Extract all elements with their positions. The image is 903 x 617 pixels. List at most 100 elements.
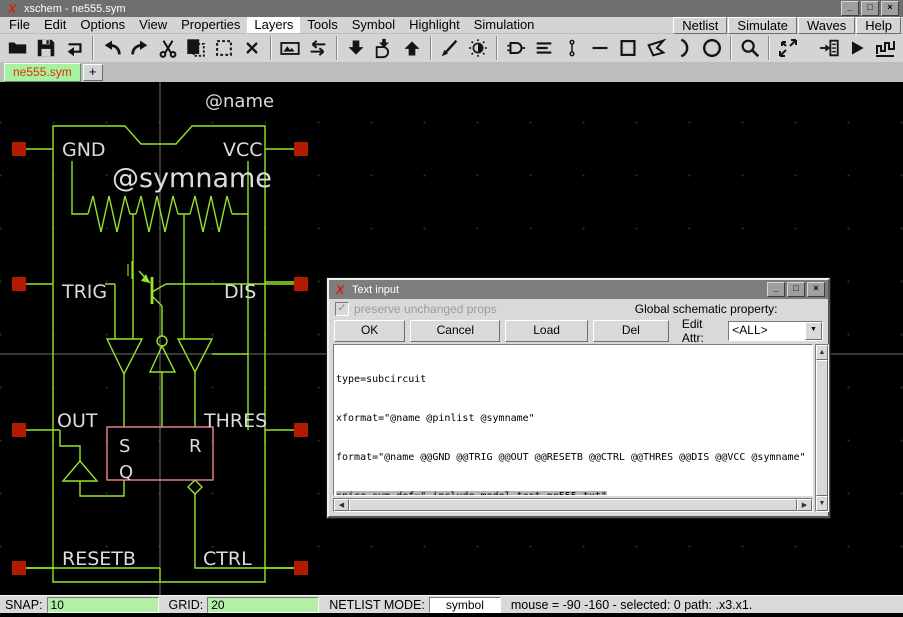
open-file-button[interactable] (4, 35, 32, 61)
insert-polygon-button[interactable] (642, 35, 670, 61)
logic-gate-icon (505, 37, 527, 59)
menu-netlist-button[interactable]: Netlist (673, 17, 727, 34)
insert-pin-button[interactable] (558, 35, 586, 61)
text-line: xformat="@name @pinlist @symname" (336, 412, 810, 425)
descend-symbol-button[interactable] (370, 35, 398, 61)
resistor-2 (136, 196, 178, 232)
push-schematic-button[interactable] (342, 35, 370, 61)
place-symbol-button[interactable] (276, 35, 304, 61)
preserve-props-label: preserve unchanged props (354, 302, 497, 316)
cut-button[interactable] (154, 35, 182, 61)
menu-symbol[interactable]: Symbol (345, 17, 402, 33)
insert-gate-symbol-button[interactable] (502, 35, 530, 61)
toolbar-separator (336, 36, 338, 60)
copy-button[interactable] (182, 35, 210, 61)
comparator-a (107, 339, 142, 374)
window-close-button[interactable]: × (881, 1, 899, 16)
dialog-close-button[interactable]: × (807, 282, 825, 297)
paint-layer-button[interactable] (436, 35, 464, 61)
menu-simulation[interactable]: Simulation (467, 17, 542, 33)
simulate-button[interactable] (843, 35, 871, 61)
menu-tools[interactable]: Tools (300, 17, 344, 33)
vertical-scrollbar[interactable]: ▲ ▼ (815, 344, 829, 512)
undo-button[interactable] (98, 35, 126, 61)
pin-dis[interactable] (294, 277, 308, 291)
cancel-button[interactable]: Cancel (410, 320, 500, 342)
gate-down-icon (373, 37, 395, 59)
pin-gnd[interactable] (12, 142, 26, 156)
scroll-right-icon[interactable]: ▶ (797, 499, 812, 511)
menu-simulate-button[interactable]: Simulate (728, 17, 797, 34)
horizontal-scrollbar-thumb[interactable] (349, 499, 797, 511)
ok-button[interactable]: OK (334, 320, 405, 342)
dialog-maximize-button[interactable]: □ (787, 282, 805, 297)
undo-icon (101, 37, 123, 59)
load-button[interactable]: Load (505, 320, 588, 342)
menu-edit[interactable]: Edit (37, 17, 73, 33)
pin-trig[interactable] (12, 277, 26, 291)
del-button[interactable]: Del (593, 320, 669, 342)
save-file-button[interactable] (32, 35, 60, 61)
insert-circle-button[interactable] (698, 35, 726, 61)
menu-options[interactable]: Options (73, 17, 132, 33)
tab-ne555-sym[interactable]: ne555.sym (4, 63, 81, 82)
pop-hierarchy-button[interactable] (398, 35, 426, 61)
edit-attr-dropdown[interactable]: <ALL> ▼ (728, 321, 823, 341)
toolbar-separator (430, 36, 432, 60)
chevron-down-icon[interactable]: ▼ (805, 322, 822, 340)
dialog-titlebar[interactable]: X Text input _ □ × (329, 280, 828, 299)
label-ctrl: CTRL (203, 548, 252, 570)
scroll-up-icon[interactable]: ▲ (816, 345, 828, 360)
zoom-full-button[interactable] (774, 35, 802, 61)
toolbar-separator (730, 36, 732, 60)
line-icon (590, 38, 610, 58)
zoom-button[interactable] (736, 35, 764, 61)
zoom-arrows-icon (776, 36, 800, 60)
menu-properties[interactable]: Properties (174, 17, 247, 33)
swap-selection-button[interactable] (304, 35, 332, 61)
reload-button[interactable] (60, 35, 88, 61)
scroll-left-icon[interactable]: ◀ (334, 499, 349, 511)
snap-input[interactable] (47, 597, 159, 613)
place-symbol-icon (279, 37, 301, 59)
vertical-scrollbar-thumb[interactable] (816, 360, 828, 496)
label-trig: TRIG (61, 281, 107, 303)
netlist-mode-input[interactable] (429, 597, 501, 613)
menu-help-button[interactable]: Help (856, 17, 901, 34)
netlist-button[interactable] (815, 35, 843, 61)
cut-icon (157, 37, 179, 59)
insert-rect-button[interactable] (614, 35, 642, 61)
label-symname: @symname (112, 163, 272, 194)
menu-view[interactable]: View (132, 17, 174, 33)
preserve-props-checkbox[interactable]: ✓ (335, 302, 349, 316)
window-maximize-button[interactable]: □ (861, 1, 879, 16)
pin-resetb[interactable] (12, 561, 26, 575)
window-minimize-button[interactable]: _ (841, 1, 859, 16)
pin-vcc[interactable] (294, 142, 308, 156)
toggle-colors-button[interactable] (464, 35, 492, 61)
xschem-logo-icon: X (8, 2, 16, 16)
insert-arc-button[interactable] (670, 35, 698, 61)
menu-layers[interactable]: Layers (247, 17, 300, 33)
grid-input[interactable] (207, 597, 319, 613)
waves-button[interactable] (871, 35, 899, 61)
sun-contrast-icon (467, 37, 489, 59)
menu-waves-button[interactable]: Waves (798, 17, 855, 34)
insert-line-button[interactable] (586, 35, 614, 61)
menu-file[interactable]: File (2, 17, 37, 33)
pin-thres[interactable] (294, 423, 308, 437)
swap-arrows-icon (307, 37, 329, 59)
pin-ctrl[interactable] (294, 561, 308, 575)
pin-out[interactable] (12, 423, 26, 437)
property-text-area[interactable]: type=subcircuit xformat="@name @pinlist … (333, 344, 813, 496)
insert-net-label-button[interactable] (530, 35, 558, 61)
new-tab-button[interactable]: + (83, 64, 103, 81)
magnifier-icon (739, 37, 761, 59)
redo-button[interactable] (126, 35, 154, 61)
delete-button[interactable] (238, 35, 266, 61)
dialog-minimize-button[interactable]: _ (767, 282, 785, 297)
scroll-down-icon[interactable]: ▼ (816, 496, 828, 511)
paste-button[interactable] (210, 35, 238, 61)
horizontal-scrollbar[interactable]: ◀ ▶ (333, 498, 813, 512)
menu-highlight[interactable]: Highlight (402, 17, 467, 33)
